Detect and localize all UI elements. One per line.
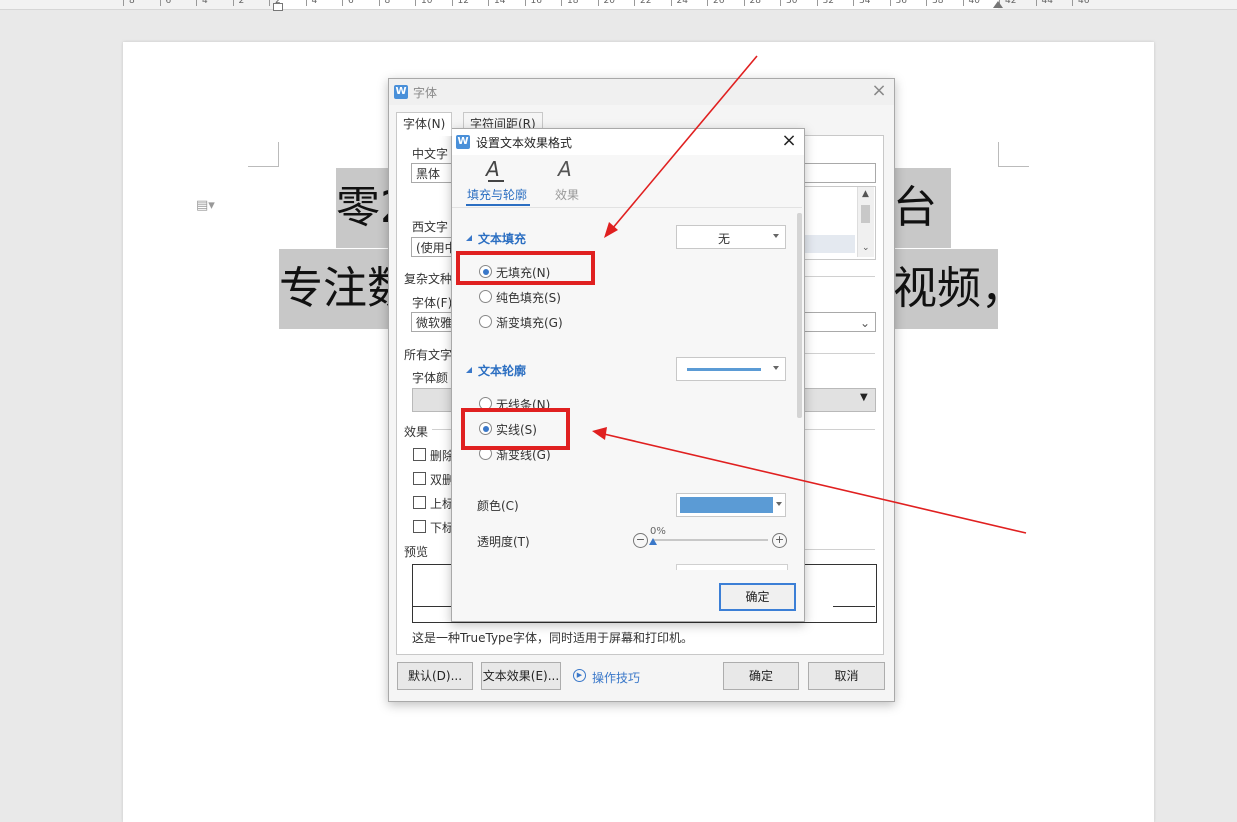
annotation-arrows bbox=[592, 55, 1027, 534]
annotation-arrowhead-2 bbox=[592, 427, 607, 440]
tab-font[interactable]: 字体(N) bbox=[396, 112, 453, 136]
annotation-arrow-1 bbox=[611, 55, 758, 230]
annotation-arrow-2 bbox=[603, 433, 1027, 534]
